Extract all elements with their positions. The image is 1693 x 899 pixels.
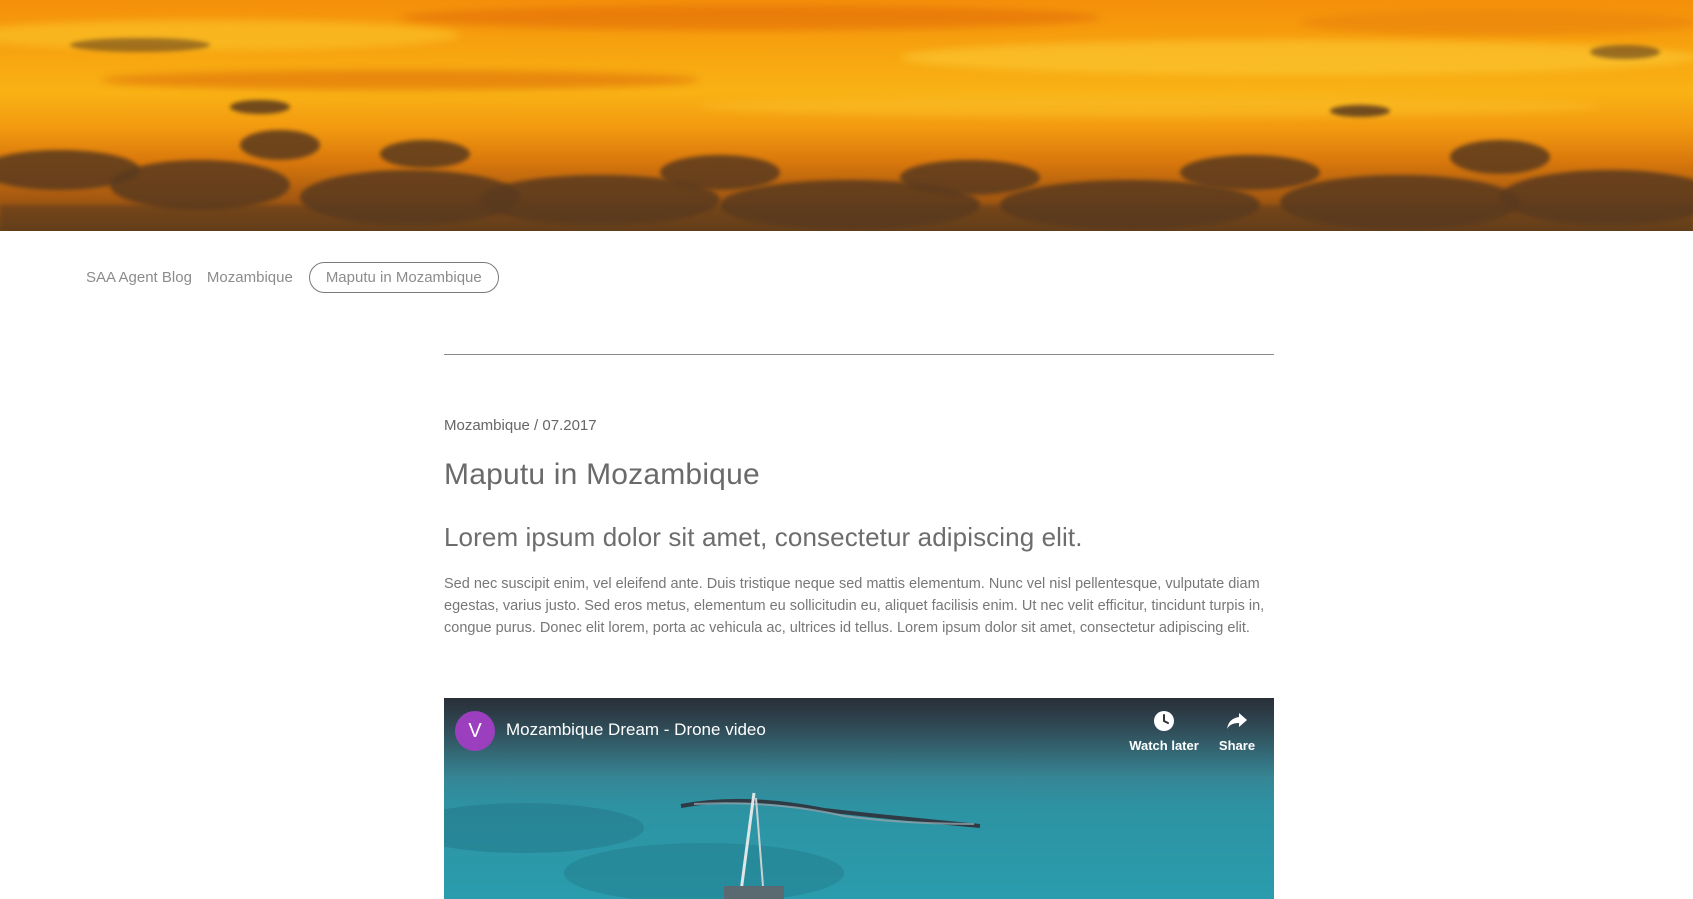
breadcrumb-item-mozambique[interactable]: Mozambique — [207, 269, 293, 286]
share-arrow-icon — [1224, 708, 1250, 734]
breadcrumb-current[interactable]: Maputu in Mozambique — [308, 261, 499, 293]
clock-icon — [1151, 708, 1177, 734]
video-title[interactable]: Mozambique Dream - Drone video — [506, 720, 766, 740]
share-button[interactable]: Share — [1212, 708, 1262, 753]
hero-banner — [0, 0, 1693, 231]
watch-later-label: Watch later — [1129, 738, 1199, 753]
share-label: Share — [1218, 738, 1256, 753]
divider — [444, 354, 1274, 355]
article-lead: Lorem ipsum dolor sit amet, consectetur … — [444, 522, 1083, 552]
video-player[interactable]: V Mozambique Dream - Drone video Watch l… — [444, 698, 1274, 899]
breadcrumb-item-blog[interactable]: SAA Agent Blog — [86, 269, 192, 286]
article: Mozambique / 07.2017 Maputu in Mozambiqu… — [444, 354, 1274, 639]
page-title: Maputu in Mozambique — [444, 458, 760, 491]
breadcrumb: SAA Agent Blog Mozambique Maputu in Moza… — [86, 261, 514, 293]
watch-later-button[interactable]: Watch later — [1124, 708, 1204, 753]
article-body: Sed nec suscipit enim, vel eleifend ante… — [444, 576, 1265, 636]
channel-avatar[interactable]: V — [455, 711, 495, 751]
article-meta: Mozambique / 07.2017 — [444, 417, 597, 434]
